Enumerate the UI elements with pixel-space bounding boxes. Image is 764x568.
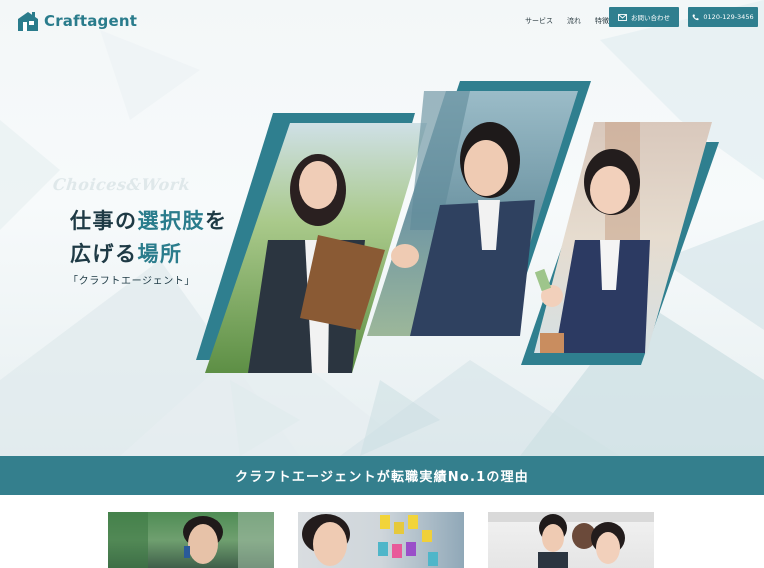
reason-card-image-3 [488,512,654,568]
man-on-phone-image [108,512,274,568]
headline-line-2: 広げる場所 [70,242,183,266]
headline-highlight: 場所 [137,242,183,266]
reason-card-image-2 [298,512,464,568]
reason-card-image-1 [108,512,274,568]
hero-headline: 仕事の選択肢を 広げる場所 [70,205,228,271]
hero-section: Craftagent サービス 流れ 特徴 お問い合わせ 0120-129-34… [0,0,764,456]
page: Craftagent サービス 流れ 特徴 お問い合わせ 0120-129-34… [0,0,764,568]
team-meeting-image [488,512,654,568]
section-title: クラフトエージェントが転職実績No.1の理由 [235,470,529,485]
section-title-band: クラフトエージェントが転職実績No.1の理由 [0,456,764,495]
reason-cards [0,495,764,568]
headline-part: 広げる [70,242,138,266]
hero-subline: 「クラフトエージェント」 [68,276,195,287]
hero-script-tagline: Choices&Work [52,175,192,194]
headline-highlight: 選択肢 [137,209,205,233]
headline-part: を [205,209,228,233]
headline-part: 仕事の [70,209,138,233]
woman-sticky-notes-image [302,514,438,566]
headline-line-1: 仕事の選択肢を [70,209,228,233]
